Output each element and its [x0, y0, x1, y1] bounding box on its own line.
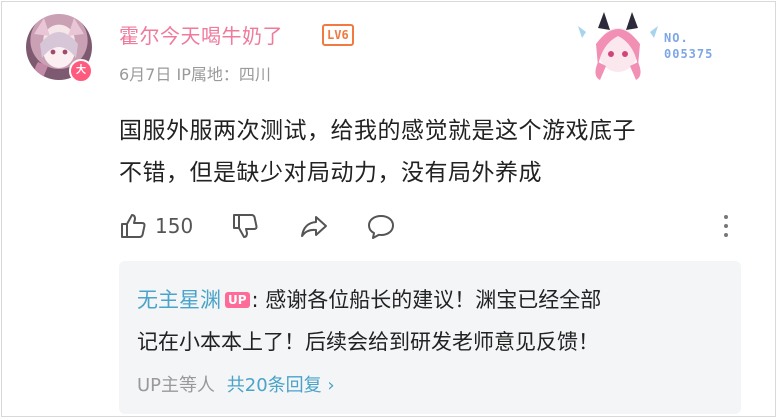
ip-location: IP属地：四川 — [176, 65, 271, 84]
like-button[interactable]: 150 — [119, 209, 193, 243]
view-replies-label: 共20条回复 — [226, 375, 322, 396]
comment-card: 大 霍尔今天喝牛奶了 LV6 6月7日 IP属地：四川 NO. 005375 国… — [1, 1, 776, 417]
fan-number-label: NO. — [664, 31, 689, 45]
comment-meta: 6月7日 IP属地：四川 — [119, 61, 271, 85]
fan-medal-image — [578, 12, 658, 80]
more-button[interactable] — [723, 213, 729, 243]
reply-username[interactable]: 无主星渊 — [137, 288, 221, 312]
comment-button[interactable] — [366, 209, 396, 243]
up-badge: UP — [225, 292, 250, 308]
dislike-icon — [233, 214, 258, 238]
reply-footer: UP主等人 共20条回复 › — [137, 371, 335, 397]
share-icon — [301, 216, 327, 237]
fan-number: NO. 005375 — [664, 30, 713, 62]
level-badge: LV6 — [322, 24, 354, 46]
chevron-right-icon: › — [327, 375, 335, 396]
like-count: 150 — [155, 214, 194, 238]
comment-date: 6月7日 — [119, 65, 172, 84]
dislike-button[interactable] — [231, 209, 259, 243]
reply-footer-prefix: UP主等人 — [137, 375, 216, 396]
comment-text-line: 国服外服两次测试，给我的感觉就是这个游戏底子 — [119, 118, 636, 144]
reply-line: 无主星渊 UP: 感谢各位船长的建议！渊宝已经全部 — [137, 279, 727, 321]
avatar-level-badge: 大 — [69, 59, 93, 83]
reply-text-part: : 感谢各位船长的建议！渊宝已经全部 — [251, 288, 602, 312]
share-button[interactable] — [299, 209, 329, 243]
like-icon — [121, 214, 146, 238]
fan-number-value: 005375 — [664, 47, 714, 61]
reply-preview[interactable]: 无主星渊 UP: 感谢各位船长的建议！渊宝已经全部 记在小本本上了！后续会给到研发… — [119, 261, 741, 414]
username[interactable]: 霍尔今天喝牛奶了 — [119, 20, 283, 49]
reply-text: 无主星渊 UP: 感谢各位船长的建议！渊宝已经全部 记在小本本上了！后续会给到研发… — [137, 279, 727, 363]
fan-medal — [576, 10, 660, 80]
reply-line: 记在小本本上了！后续会给到研发老师意见反馈！ — [137, 330, 599, 354]
more-icon — [724, 215, 728, 237]
action-bar: 150 — [119, 209, 759, 243]
view-replies-link[interactable]: 共20条回复 › — [227, 375, 335, 396]
comment-text-line: 不错，但是缺少对局动力，没有局外养成 — [119, 160, 542, 186]
comment-icon — [368, 215, 394, 239]
comment-text: 国服外服两次测试，给我的感觉就是这个游戏底子 不错，但是缺少对局动力，没有局外养… — [119, 110, 759, 194]
